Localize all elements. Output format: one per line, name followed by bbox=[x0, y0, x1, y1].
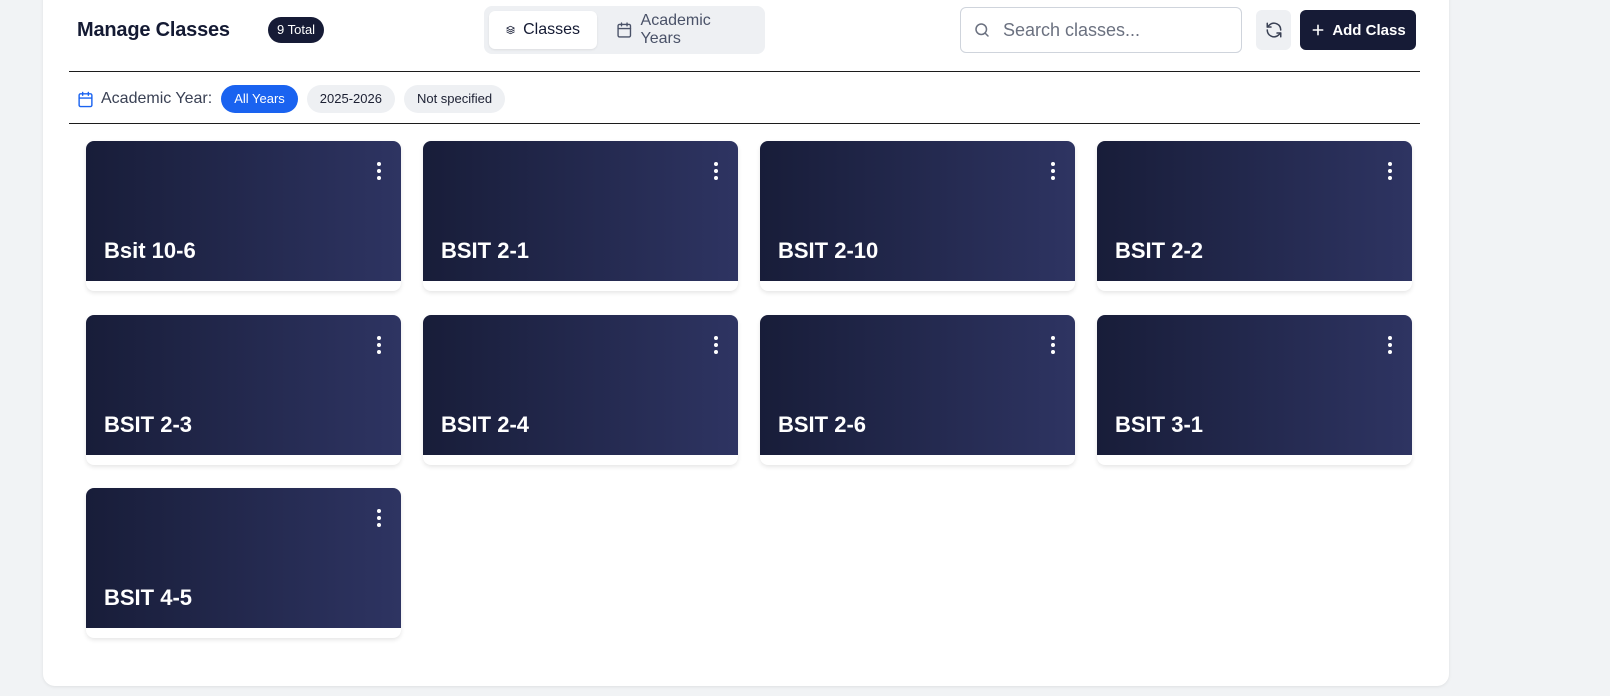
page-header: Manage Classes 9 Total Classes Academic … bbox=[77, 0, 1443, 72]
search-input[interactable] bbox=[1001, 18, 1225, 42]
class-name: Bsit 10-6 bbox=[104, 238, 196, 263]
total-badge: 9 Total bbox=[268, 17, 325, 43]
refresh-button[interactable] bbox=[1256, 10, 1291, 50]
filter-chip-not-specified[interactable]: Not specified bbox=[403, 85, 506, 113]
class-card[interactable]: BSIT 2-3 bbox=[86, 315, 401, 465]
class-name: BSIT 2-4 bbox=[441, 412, 530, 437]
more-options-icon[interactable] bbox=[371, 506, 387, 530]
class-card[interactable]: BSIT 2-1 bbox=[423, 141, 738, 291]
class-card[interactable]: BSIT 2-2 bbox=[1097, 141, 1412, 291]
class-name: BSIT 2-6 bbox=[778, 412, 867, 437]
class-name: BSIT 2-2 bbox=[1115, 238, 1204, 263]
card-banner: BSIT 2-4 bbox=[423, 315, 738, 455]
more-options-icon[interactable] bbox=[708, 159, 724, 183]
more-options-icon[interactable] bbox=[1382, 333, 1398, 357]
class-name: BSIT 3-1 bbox=[1115, 412, 1204, 437]
plus-icon bbox=[1312, 24, 1324, 36]
tab-classes-label: Classes bbox=[523, 21, 580, 38]
more-options-icon[interactable] bbox=[1045, 333, 1061, 357]
header-divider bbox=[69, 71, 1420, 72]
add-class-button[interactable]: Add Class bbox=[1300, 10, 1416, 50]
tab-classes[interactable]: Classes bbox=[489, 11, 597, 49]
search-box bbox=[960, 7, 1242, 53]
more-options-icon[interactable] bbox=[371, 333, 387, 357]
filter-divider bbox=[69, 123, 1420, 124]
calendar-icon bbox=[78, 91, 93, 107]
class-card[interactable]: BSIT 2-10 bbox=[760, 141, 1075, 291]
more-options-icon[interactable] bbox=[1382, 159, 1398, 183]
class-name: BSIT 4-5 bbox=[104, 585, 193, 610]
card-banner: Bsit 10-6 bbox=[86, 141, 401, 281]
class-card[interactable]: BSIT 3-1 bbox=[1097, 315, 1412, 465]
layers-icon bbox=[506, 25, 515, 35]
card-banner: BSIT 3-1 bbox=[1097, 315, 1412, 455]
tab-academic-years-label: Academic Years bbox=[640, 12, 711, 47]
class-name: BSIT 2-10 bbox=[778, 238, 879, 263]
view-switcher: Classes Academic Years bbox=[484, 6, 765, 54]
more-options-icon[interactable] bbox=[1045, 159, 1061, 183]
search-icon bbox=[975, 23, 989, 37]
class-card[interactable]: Bsit 10-6 bbox=[86, 141, 401, 291]
class-card[interactable]: BSIT 2-6 bbox=[760, 315, 1075, 465]
refresh-icon bbox=[1266, 22, 1281, 38]
classes-panel: Manage Classes 9 Total Classes Academic … bbox=[43, 0, 1449, 686]
more-options-icon[interactable] bbox=[708, 333, 724, 357]
page-title: Manage Classes bbox=[77, 19, 230, 41]
class-name: BSIT 2-3 bbox=[104, 412, 193, 437]
class-card[interactable]: BSIT 4-5 bbox=[86, 488, 401, 638]
card-banner: BSIT 2-10 bbox=[760, 141, 1075, 281]
filter-label: Academic Year: bbox=[101, 90, 213, 107]
filter-chip-2025-2026[interactable]: 2025-2026 bbox=[306, 85, 395, 113]
filter-chip-all-years[interactable]: All Years bbox=[221, 85, 298, 113]
card-banner: BSIT 2-2 bbox=[1097, 141, 1412, 281]
card-banner: BSIT 4-5 bbox=[86, 488, 401, 628]
add-class-label: Add Class bbox=[1332, 21, 1406, 39]
card-banner: BSIT 2-6 bbox=[760, 315, 1075, 455]
tab-academic-years[interactable]: Academic Years bbox=[599, 11, 763, 49]
more-options-icon[interactable] bbox=[371, 159, 387, 183]
class-name: BSIT 2-1 bbox=[441, 238, 530, 263]
card-banner: BSIT 2-3 bbox=[86, 315, 401, 455]
class-card[interactable]: BSIT 2-4 bbox=[423, 315, 738, 465]
card-banner: BSIT 2-1 bbox=[423, 141, 738, 281]
calendar-icon bbox=[617, 22, 632, 38]
academic-year-filter: Academic Year: All Years 2025-2026 Not s… bbox=[77, 85, 514, 113]
